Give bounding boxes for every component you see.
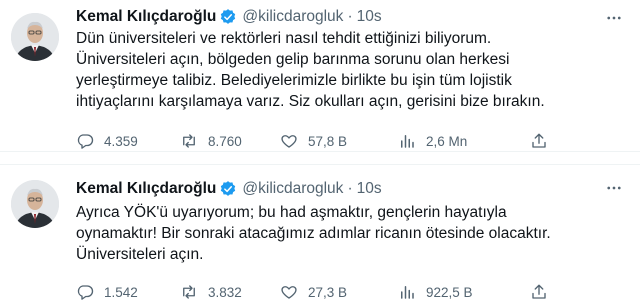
share-icon [532,133,546,148]
text-line: Üniversiteleri açın. [76,246,204,263]
reply-icon [77,134,94,149]
views-button[interactable]: 922,5 B [398,283,473,301]
tweet-1-actions: 4.359 8.760 57,8 B 2,6 Mn [0,132,640,152]
avatar[interactable] [11,13,59,61]
text-line: Üniversiteleri açın, bölgeden gelip barı… [76,51,510,68]
more-icon[interactable] [602,178,626,198]
timestamp[interactable]: 10s [357,8,382,26]
like-count: 27,3 B [308,284,348,300]
tweet-2-header: Kemal Kılıçdaroğlu @kilicdarogluk · 10s [76,178,382,200]
tweet-1-header: Kemal Kılıçdaroğlu @kilicdarogluk · 10s [76,6,382,28]
retweet-button[interactable]: 3.832 [180,283,242,301]
avatar[interactable] [11,180,59,228]
author-name[interactable]: Kemal Kılıçdaroğlu [76,180,216,198]
author-handle[interactable]: @kilicdarogluk [242,180,343,198]
more-icon[interactable] [602,8,626,28]
text-line: yerleştirmeye talibiz. Belediyelerimizle… [76,72,512,89]
verified-badge-icon [219,8,237,26]
reply-button[interactable]: 1.542 [76,283,138,301]
views-count: 922,5 B [426,284,473,300]
separator-dot: · [347,180,353,197]
retweet-button[interactable]: 8.760 [180,132,242,150]
like-button[interactable]: 27,3 B [280,283,347,301]
share-icon [532,284,546,299]
views-icon [401,135,414,148]
reply-count: 1.542 [104,284,138,300]
text-line: Dün üniversiteleri ve rektörleri nasıl t… [76,30,492,47]
text-line: oynamaktır! Bir sonraki atacağımız adıml… [76,225,551,242]
tweet-2-text: Ayrıca YÖK'ü uyarıyorum; bu had aşmaktır… [76,202,626,265]
share-button[interactable] [530,132,548,150]
text-line: Ayrıca YÖK'ü uyarıyorum; bu had aşmaktır… [76,204,507,221]
views-count: 2,6 Mn [426,133,468,149]
reply-count: 4.359 [104,133,138,149]
tweet-1-text: Dün üniversiteleri ve rektörleri nasıl t… [76,28,626,112]
like-button[interactable]: 57,8 B [280,132,347,150]
verified-badge-icon [219,180,237,198]
retweet-count: 8.760 [208,133,242,149]
retweet-icon [183,134,195,148]
author-handle[interactable]: @kilicdarogluk [242,8,343,26]
views-button[interactable]: 2,6 Mn [398,132,467,150]
retweet-count: 3.832 [208,284,242,300]
divider [0,164,640,165]
reply-icon [77,285,94,300]
text-line: ihtiyaçlarını karşılamaya varız. Siz oku… [76,93,545,110]
views-icon [401,286,414,299]
separator-dot: · [347,8,353,25]
tweet-2-actions: 1.542 3.832 27,3 B 922,5 B [0,283,640,303]
share-button[interactable] [530,283,548,301]
heart-icon [281,286,297,299]
retweet-icon [183,285,195,299]
timestamp[interactable]: 10s [357,180,382,198]
author-name[interactable]: Kemal Kılıçdaroğlu [76,8,216,26]
reply-button[interactable]: 4.359 [76,132,138,150]
heart-icon [281,135,297,148]
like-count: 57,8 B [308,133,348,149]
